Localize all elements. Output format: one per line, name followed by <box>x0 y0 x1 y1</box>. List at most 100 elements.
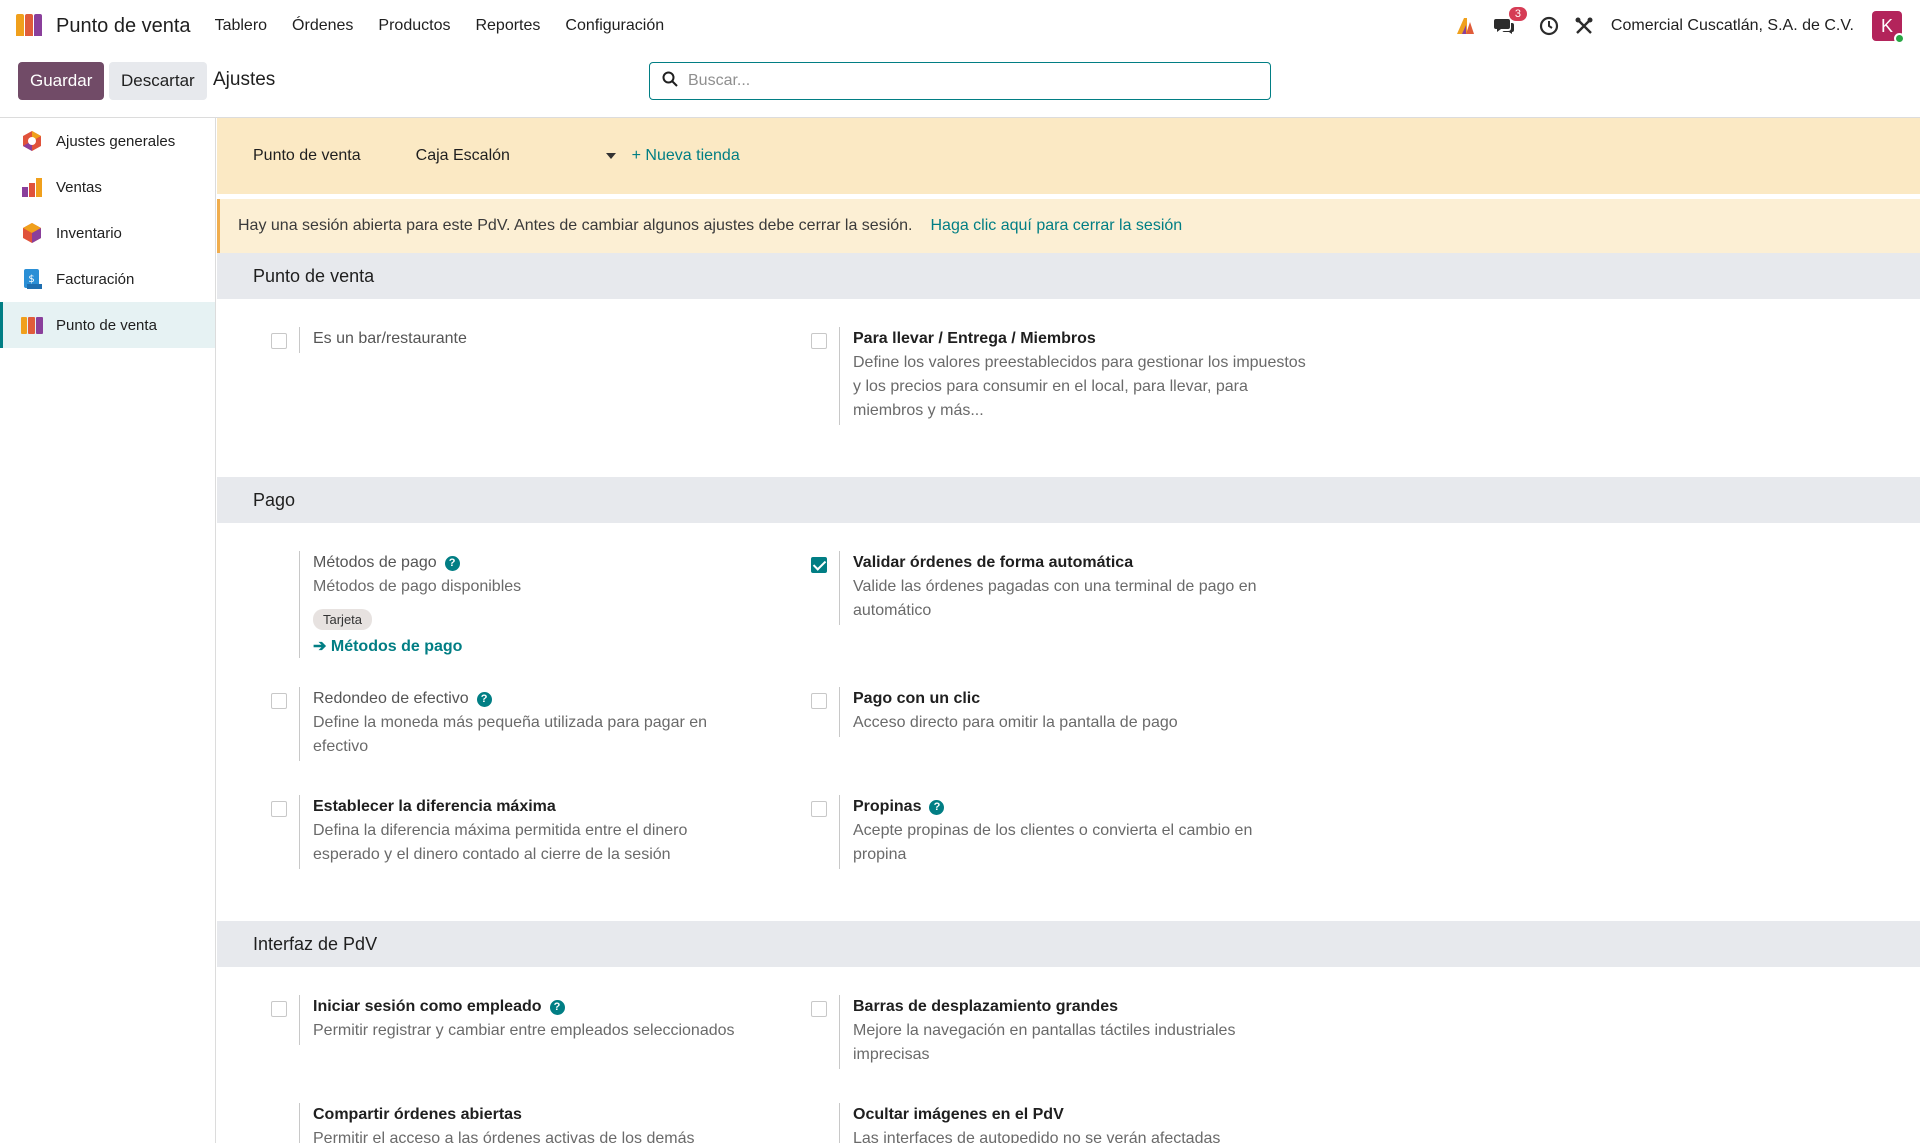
setting-content: Es un bar/restaurante <box>299 327 467 353</box>
payment-methods-link[interactable]: ➔ Métodos de pago <box>313 636 521 656</box>
setting-description: Acepte propinas de los clientes o convie… <box>853 822 1253 863</box>
auto-validate-checkbox[interactable] <box>811 557 827 573</box>
store-select[interactable]: Caja Escalón <box>416 147 616 165</box>
menu-ordenes[interactable]: Órdenes <box>292 17 353 35</box>
invoicing-app-icon: $ <box>20 267 44 291</box>
store-selected-value: Caja Escalón <box>415 147 510 164</box>
online-status-dot <box>1894 33 1905 44</box>
main-menu: Tablero Órdenes Productos Reportes Confi… <box>215 17 690 35</box>
section-header-payment: Pago <box>217 477 1920 523</box>
setting-description: Defina la diferencia máxima permitida en… <box>313 822 688 863</box>
one-click-payment-checkbox[interactable] <box>811 693 827 709</box>
setting-title: Ocultar imágenes en el PdV <box>853 1106 1064 1123</box>
close-session-link[interactable]: Haga clic aquí para cerrar la sesión <box>930 217 1182 235</box>
arrow-right-icon: ➔ <box>313 638 331 655</box>
sidebar-item-label: Ventas <box>56 178 102 196</box>
setting-content: Barras de desplazamiento grandes Mejore … <box>839 995 1269 1069</box>
sidebar-item-label: Punto de venta <box>56 316 157 334</box>
section-payment-settings: Métodos de pago? Métodos de pago disponi… <box>217 523 1920 921</box>
settings-main: Punto de venta Caja Escalón + Nueva tien… <box>217 118 1920 1143</box>
menu-configuracion[interactable]: Configuración <box>565 17 664 35</box>
chevron-down-icon <box>605 153 616 159</box>
control-panel: Guardar Descartar Ajustes <box>0 52 1920 118</box>
messages-icon[interactable]: 3 <box>1493 7 1528 36</box>
systray: 3 Comercial Cuscatlán, S.A. de C.V. K <box>1439 0 1905 52</box>
cash-rounding-title: Redondeo de efectivo <box>313 690 469 707</box>
breadcrumb: Ajustes <box>213 69 276 90</box>
setting-content: Redondeo de efectivo? Define la moneda m… <box>299 687 749 761</box>
alert-text: Hay una sesión abierta para este PdV. An… <box>238 217 913 234</box>
menu-tablero[interactable]: Tablero <box>215 17 267 35</box>
payment-methods-title: Métodos de pago <box>313 554 437 571</box>
company-switcher[interactable]: Comercial Cuscatlán, S.A. de C.V. <box>1611 17 1854 35</box>
employee-login-title: Iniciar sesión como empleado <box>313 998 542 1015</box>
settings-sidebar: Ajustes generales Ventas Inventario $ Fa… <box>0 118 216 1143</box>
payment-method-tag: Tarjeta <box>313 609 373 630</box>
setting-content: Iniciar sesión como empleado? Permitir r… <box>299 995 769 1045</box>
save-button[interactable]: Guardar <box>18 62 105 100</box>
tips-title: Propinas <box>853 798 922 815</box>
setting-content: Propinas? Acepte propinas de los cliente… <box>839 795 1299 869</box>
setting-title: Compartir órdenes abiertas <box>313 1106 522 1123</box>
sidebar-item-inventory[interactable]: Inventario <box>0 210 215 256</box>
app-name[interactable]: Punto de venta <box>56 15 191 38</box>
pos-app-icon <box>20 313 44 337</box>
user-avatar[interactable]: K <box>1872 11 1905 44</box>
setting-description: Define la moneda más pequeña utilizada p… <box>313 714 708 755</box>
menu-productos[interactable]: Productos <box>378 17 450 35</box>
setting-title: Es un bar/restaurante <box>313 330 467 347</box>
setting-title: Pago con un clic <box>853 690 981 707</box>
tips-checkbox[interactable] <box>811 801 827 817</box>
setting-content: Ocultar imágenes en el PdV Las interface… <box>839 1103 1309 1143</box>
search-input[interactable] <box>688 72 1248 90</box>
setting-description: Las interfaces de autopedido no se verán… <box>853 1130 1221 1143</box>
setting-title: Métodos de pago? <box>313 551 521 575</box>
sidebar-item-sales[interactable]: Ventas <box>0 164 215 210</box>
setting-title: Propinas? <box>853 795 1299 819</box>
section-header-interface: Interfaz de PdV <box>217 921 1920 967</box>
settings-app-icon <box>20 129 44 153</box>
cash-rounding-checkbox[interactable] <box>271 693 287 709</box>
svg-text:$: $ <box>28 274 34 285</box>
avatar-letter: K <box>1880 15 1893 36</box>
help-icon[interactable]: ? <box>549 999 565 1015</box>
setting-content: Para llevar / Entrega / Miembros Define … <box>839 327 1309 425</box>
open-session-alert: Hay una sesión abierta para este PdV. An… <box>217 199 1920 253</box>
new-store-link[interactable]: + Nueva tienda <box>632 147 740 165</box>
store-selector-bar: Punto de venta Caja Escalón + Nueva tien… <box>217 118 1920 194</box>
store-label: Punto de venta <box>253 147 361 164</box>
sidebar-item-general-settings[interactable]: Ajustes generales <box>0 118 215 164</box>
sidebar-item-label: Facturación <box>56 270 135 288</box>
setting-description: Define los valores preestablecidos para … <box>853 354 1306 419</box>
payment-methods-link-label: Métodos de pago <box>330 638 463 655</box>
pos-app-logo-icon[interactable] <box>16 14 46 38</box>
discard-button[interactable]: Descartar <box>109 62 207 100</box>
setting-content: Establecer la diferencia máxima Defina l… <box>299 795 749 869</box>
help-icon[interactable]: ? <box>444 555 460 571</box>
sidebar-item-invoicing[interactable]: $ Facturación <box>0 256 215 302</box>
menu-reportes[interactable]: Reportes <box>475 17 540 35</box>
takeaway-checkbox[interactable] <box>811 333 827 349</box>
help-icon[interactable]: ? <box>929 799 945 815</box>
tools-icon[interactable] <box>1575 17 1593 35</box>
help-icon[interactable]: ? <box>476 691 492 707</box>
activity-clock-icon[interactable] <box>1539 16 1559 36</box>
inventory-app-icon <box>20 221 44 245</box>
setting-title: Validar órdenes de forma automática <box>853 554 1134 571</box>
search-icon <box>662 71 678 92</box>
max-difference-checkbox[interactable] <box>271 801 287 817</box>
setting-description: Permitir registrar y cambiar entre emple… <box>313 1022 735 1039</box>
setting-description: Permitir el acceso a las órdenes activas… <box>313 1130 695 1143</box>
ai-icon[interactable] <box>1455 16 1477 36</box>
section-header-pos: Punto de venta <box>217 253 1920 299</box>
setting-title: Para llevar / Entrega / Miembros <box>853 330 1096 347</box>
setting-description: Valide las órdenes pagadas con una termi… <box>853 578 1257 619</box>
setting-content: Métodos de pago? Métodos de pago disponi… <box>299 551 521 658</box>
section-interface-settings: Iniciar sesión como empleado? Permitir r… <box>217 967 1920 1143</box>
employee-login-checkbox[interactable] <box>271 1001 287 1017</box>
search-box[interactable] <box>649 62 1271 100</box>
bar-restaurant-checkbox[interactable] <box>271 333 287 349</box>
large-scrollbars-checkbox[interactable] <box>811 1001 827 1017</box>
sidebar-item-pos[interactable]: Punto de venta <box>0 302 215 348</box>
setting-description: Mejore la navegación en pantallas táctil… <box>853 1022 1236 1063</box>
